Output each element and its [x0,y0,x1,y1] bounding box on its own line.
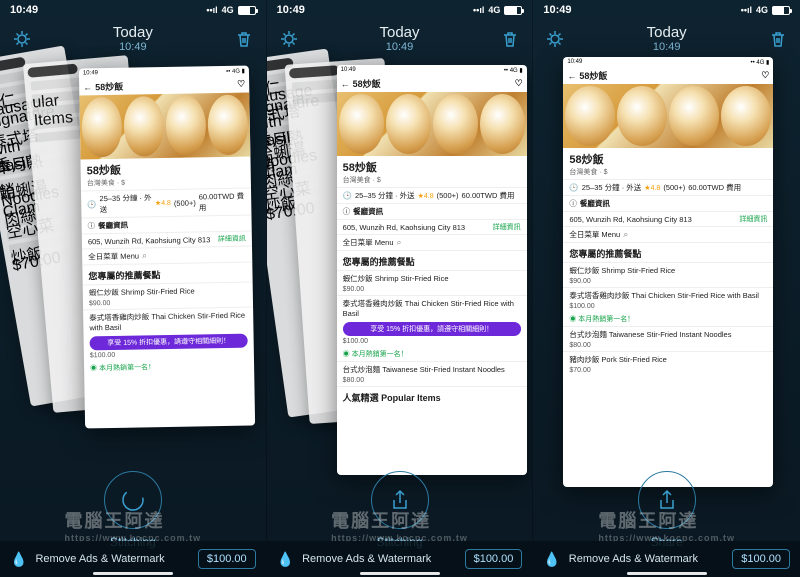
app-title: Today [379,24,419,41]
app-title: Today [113,24,153,41]
promo-pill[interactable]: 享受 15% 折扣優惠，請遵守相關細則！ [90,334,248,351]
search-icon: ⌕ [623,229,628,240]
restaurant-title: 58炒飯 [563,148,773,167]
battery-icon [238,6,256,15]
banner-text: Remove Ads & Watermark [35,553,164,565]
share-icon [655,488,679,512]
share-icon [388,488,412,512]
drop-icon: 💧 [277,551,294,568]
ios-status-bar: 10:49 ••ıl4G [267,0,533,20]
home-indicator[interactable] [93,572,173,575]
signal-icon: ••ıl [741,5,752,15]
drop-icon: 💧 [10,551,27,568]
battery-icon [772,6,790,15]
price-button[interactable]: $100.00 [732,549,790,569]
search-icon: ⌕ [142,250,147,261]
back-button[interactable]: ← 58炒飯♡ [563,67,773,84]
menu-item[interactable]: 泰式塔香雞肉炒飯 Thai Chicken Stir-Fried Rice wi… [337,295,527,320]
stacked-screenshot-front[interactable]: 10:49•• 4G ▮ ← 58炒飯 ♡ 58炒飯 台灣美食 · $ 🕒 25… [79,66,255,429]
app-title: Today [647,24,687,41]
menu-item[interactable]: 泰式塔香雞肉炒飯 Thai Chicken Stir-Fried Rice wi… [83,307,253,335]
status-time: 10:49 [277,4,305,16]
restaurant-title: 58炒飯 [337,156,527,175]
signal-icon: ••ıl [473,5,484,15]
price-button[interactable]: $100.00 [198,549,256,569]
menu-item[interactable]: 台式炒泡麵 Taiwanese Stir-Fried Instant Noodl… [337,361,527,377]
app-subtitle: 10:49 [113,41,153,53]
trash-icon[interactable] [768,29,788,49]
status-right: ••ıl 4G [206,5,255,15]
menu-item[interactable]: 蝦仁炒飯 Shrimp Stir-Fried Rice [337,270,527,286]
app-subtitle: 10:49 [379,41,419,53]
ios-status-bar: 10:49 ••ıl 4G [0,0,266,20]
drop-icon: 💧 [543,551,560,568]
menu-item[interactable]: 蝦仁炒飯 Shrimp Stir-Fried Rice [563,262,773,278]
menu-item[interactable]: 台式炒泡麵 Taiwanese Stir-Fried Instant Noodl… [563,326,773,342]
detail-link: 詳細資訊 [218,234,246,244]
gear-icon[interactable] [279,29,299,49]
menu-item[interactable]: 泰式塔香雞肉炒飯 Thai Chicken Stir-Fried Rice wi… [563,287,773,303]
trash-icon[interactable] [500,29,520,49]
hero-image [79,93,250,160]
home-indicator[interactable] [627,572,707,575]
stacked-screenshot-front[interactable]: 10:49•• 4G ▮ ← 58炒飯♡ 58炒飯 台灣美食 · $ 🕒 25–… [337,65,527,475]
battery-icon [504,6,522,15]
trash-icon[interactable] [234,29,254,49]
home-indicator[interactable] [360,572,440,575]
stitched-screenshot[interactable]: 10:49•• 4G ▮ ← 58炒飯♡ 58炒飯 台灣美食 · $ 🕒 25–… [563,57,773,487]
bestseller-badge: 本月熱銷第一名！ [84,358,254,375]
search-icon: ⌕ [397,237,402,248]
delivery-row: 🕒 25–35 分鐘 · 外送 ★4.8 (500+) 60.00TWD 費用 [81,188,251,218]
gear-icon[interactable] [545,29,565,49]
spinner-icon [121,488,145,512]
share-action[interactable]: Share [638,471,696,549]
gear-icon[interactable] [12,29,32,49]
back-button[interactable]: ← 58炒飯♡ [337,75,527,92]
signal-icon: ••ıl [206,5,217,15]
price-button[interactable]: $100.00 [465,549,523,569]
network-label: 4G [222,5,234,15]
promo-pill[interactable]: 享受 15% 折扣優惠，請遵守相關細則！ [343,322,521,336]
ios-status-bar: 10:49 ••ıl4G [533,0,800,20]
app-subtitle: 10:49 [647,41,687,53]
menu-item[interactable]: 豬肉炒飯 Pork Stir-Fried Rice [563,351,773,367]
stitching-action[interactable]: Stitching [104,471,162,549]
header-title-block: Today 10:49 [113,24,153,53]
stitching-action[interactable]: Stitching [371,471,429,549]
status-time: 10:49 [10,4,38,16]
